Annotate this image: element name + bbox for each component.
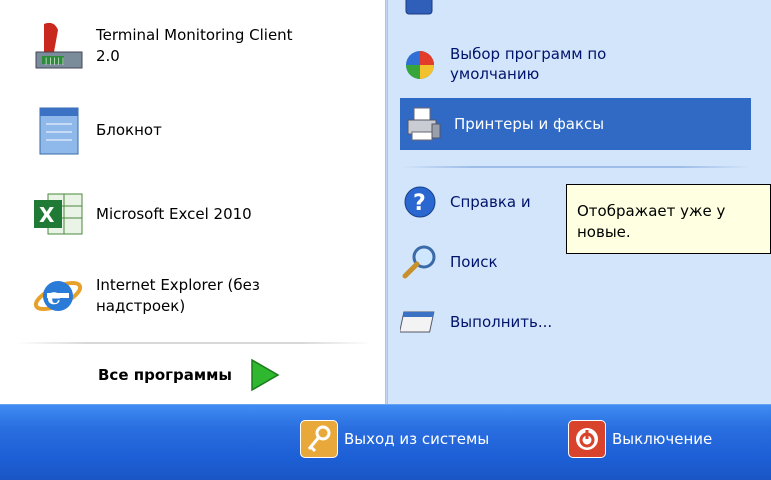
notepad-icon xyxy=(30,102,86,158)
internet-explorer-icon: e xyxy=(30,268,86,324)
search-icon xyxy=(400,242,440,282)
program-notepad[interactable]: Блокнот xyxy=(30,102,162,158)
program-label: Microsoft Excel 2010 xyxy=(96,204,252,223)
program-label-line1: Internet Explorer (без xyxy=(96,276,260,294)
default-programs-item[interactable]: Выбор программ по умолчанию xyxy=(400,44,606,84)
item-label: Поиск xyxy=(450,253,498,271)
shutdown-button[interactable]: Выключение xyxy=(568,420,712,458)
partial-top-item-icon xyxy=(404,0,436,16)
search-item[interactable]: Поиск xyxy=(400,242,498,282)
tooltip: Отображает уже у новые. xyxy=(566,184,771,254)
printers-faxes-icon xyxy=(404,104,444,144)
terminal-monitoring-icon: ||||| xyxy=(30,18,86,74)
power-icon xyxy=(568,420,606,458)
svg-text:e: e xyxy=(47,284,61,310)
excel-icon: X xyxy=(30,186,86,242)
help-icon: ? xyxy=(400,182,440,222)
item-label: Выполнить... xyxy=(450,313,553,331)
left-separator xyxy=(16,342,372,344)
run-item[interactable]: Выполнить... xyxy=(399,302,553,342)
item-label: Справка и xyxy=(450,193,531,211)
program-label: Блокнот xyxy=(96,120,162,139)
all-programs-button[interactable]: Все программы xyxy=(98,357,282,393)
all-programs-label: Все программы xyxy=(98,366,232,384)
tooltip-line2: новые. xyxy=(577,223,631,241)
program-internet-explorer[interactable]: e Internet Explorer (без надстроек) xyxy=(30,268,260,324)
item-label-line1: Выбор программ по xyxy=(450,45,607,63)
program-excel[interactable]: X Microsoft Excel 2010 xyxy=(30,186,252,242)
logoff-label: Выход из системы xyxy=(344,430,490,448)
printers-faxes-item[interactable]: Принтеры и факсы xyxy=(400,98,751,150)
default-programs-icon xyxy=(400,44,440,84)
svg-text:?: ? xyxy=(413,191,426,216)
program-terminal-monitoring[interactable]: ||||| Terminal Monitoring Client 2.0 xyxy=(30,18,293,74)
help-item[interactable]: ? Справка и xyxy=(400,182,531,222)
run-icon xyxy=(399,302,440,342)
green-arrow-icon xyxy=(246,357,282,393)
program-label-line2: надстроек) xyxy=(96,297,186,315)
program-label-line2: 2.0 xyxy=(96,47,120,65)
item-label: Принтеры и факсы xyxy=(454,115,605,133)
right-separator xyxy=(400,166,751,168)
svg-text:|||||: ||||| xyxy=(44,57,65,65)
shutdown-label: Выключение xyxy=(612,430,713,448)
key-icon xyxy=(300,420,338,458)
svg-text:X: X xyxy=(39,203,55,227)
tooltip-line1: Отображает уже у xyxy=(577,202,726,220)
program-label-line1: Terminal Monitoring Client xyxy=(96,26,293,44)
logoff-button[interactable]: Выход из системы xyxy=(300,420,489,458)
item-label-line2: умолчанию xyxy=(450,65,540,83)
